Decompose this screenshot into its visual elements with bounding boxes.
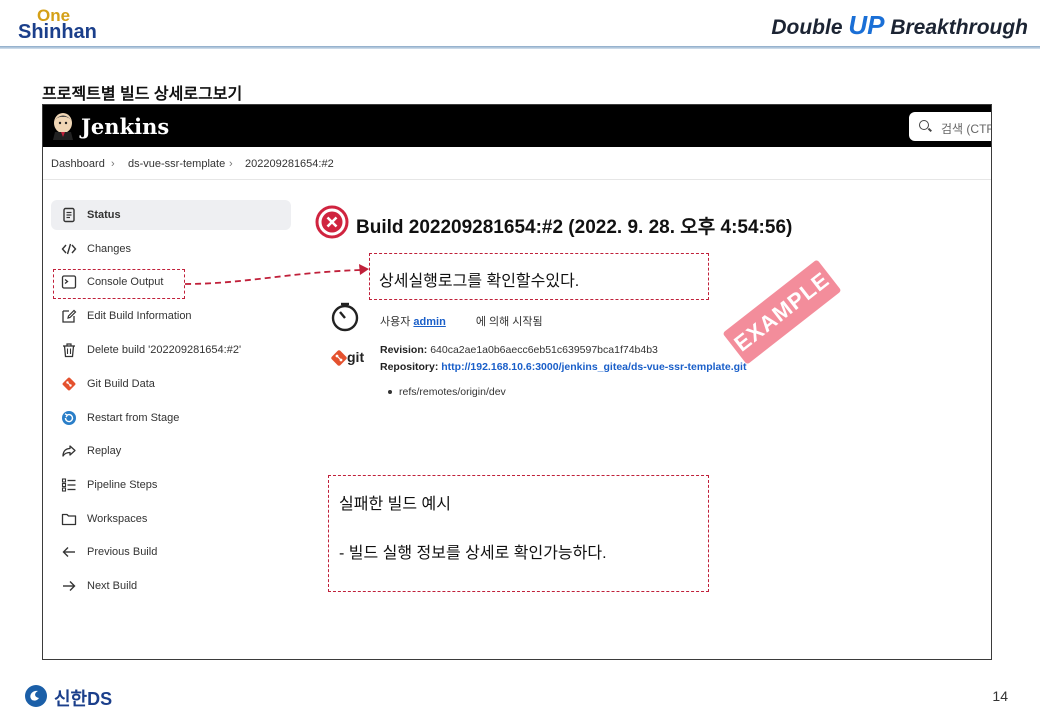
sidebar-item-label: Changes: [87, 243, 132, 255]
shinhan-ds-logo-icon: [25, 685, 47, 707]
annotation-note-failed-build: 실패한 빌드 예시 - 빌드 실행 정보를 상세로 확인가능하다.: [328, 475, 709, 592]
header-divider: [0, 46, 1040, 49]
arrow-right-icon: [63, 581, 76, 591]
repository-line: Repository: http://192.168.10.6:3000/jen…: [380, 361, 746, 373]
brand-slogan: Double UP Breakthrough: [771, 10, 1028, 41]
code-icon: [61, 243, 77, 255]
trash-icon: [63, 343, 75, 358]
console-output-highlight: [53, 269, 185, 299]
brand-up: UP: [848, 10, 885, 40]
started-suffix: 에 의해 시작됨: [475, 316, 543, 328]
folder-icon: [61, 513, 77, 526]
build-failed-icon: [315, 205, 349, 239]
revision-label: Revision:: [380, 344, 428, 356]
footer-brand: 신한DS: [54, 689, 113, 709]
sidebar-item-restart-from-stage[interactable]: Restart from Stage: [51, 403, 291, 433]
sidebar-item-label: Restart from Stage: [87, 412, 180, 424]
sidebar-item-label: Workspaces: [87, 513, 148, 525]
sidebar-item-replay[interactable]: Replay: [51, 436, 291, 466]
brand-pre: Double: [771, 16, 849, 39]
sidebar-item-label: Delete build '202209281654:#2': [87, 344, 242, 356]
logo-shinhan-text: Shinhan: [18, 21, 97, 43]
ref-list-item: refs/remotes/origin/dev: [388, 386, 506, 398]
edit-icon: [62, 309, 77, 323]
slide-title: 프로젝트별 빌드 상세로그보기: [42, 86, 243, 103]
started-by-text: 사용자 admin 에 의해 시작됨: [380, 313, 543, 329]
git-logo-icon: [331, 350, 347, 366]
sidebar-item-label: Pipeline Steps: [87, 479, 158, 491]
build-title: Build 202209281654:#2 (2022. 9. 28. 오후 4…: [356, 217, 793, 238]
sidebar-item-label: Replay: [87, 445, 122, 457]
replay-icon: [62, 445, 76, 457]
search-input[interactable]: 검색 (CTRL: [909, 112, 991, 141]
sidebar-item-label: Status: [87, 209, 121, 221]
sidebar-item-label: Previous Build: [87, 546, 158, 558]
sidebar-item-previous-build[interactable]: Previous Build: [51, 537, 291, 567]
jenkins-header: Jenkins 검색 (CTRL: [43, 105, 991, 147]
breadcrumb: Dashboard › ds-vue-ssr-template › 202209…: [43, 147, 991, 180]
restart-icon: [62, 411, 76, 425]
revision-value: 640ca2ae1a0b6aecc6eb51c639597bca1f74b4b3: [430, 344, 658, 356]
annotation-note-console: 상세실행로그를 확인할수있다.: [369, 253, 709, 300]
sidebar-item-workspaces[interactable]: Workspaces: [51, 504, 291, 534]
page-number: 14: [992, 688, 1008, 704]
jenkins-title[interactable]: Jenkins: [81, 114, 169, 139]
sidebar-item-label: Next Build: [87, 580, 138, 592]
sidebar-item-status[interactable]: Status: [51, 200, 291, 230]
timer-icon: [331, 302, 359, 332]
sidebar-item-pipeline-steps[interactable]: Pipeline Steps: [51, 470, 291, 500]
search-icon: [919, 120, 929, 130]
arrow-left-icon: [62, 547, 75, 557]
sidebar-item-delete-build[interactable]: Delete build '202209281654:#2': [51, 335, 291, 365]
list-icon: [61, 478, 76, 492]
chevron-right-icon: ›: [111, 158, 115, 170]
sidebar-item-label: Git Build Data: [87, 378, 155, 390]
brand-post: Breakthrough: [884, 16, 1028, 39]
breadcrumb-dashboard[interactable]: Dashboard: [51, 158, 105, 170]
sidebar-item-changes[interactable]: Changes: [51, 234, 291, 264]
repository-label: Repository:: [380, 361, 439, 373]
note1-text: 상세실행로그를 확인할수있다.: [379, 273, 580, 290]
git-icon: [62, 377, 76, 391]
git-label: git: [347, 349, 365, 365]
sidebar-item-edit-build-information[interactable]: Edit Build Information: [51, 301, 291, 331]
started-prefix: 사용자: [380, 316, 414, 328]
sidebar-item-label: Edit Build Information: [87, 310, 192, 322]
sidebar-item-git-build-data[interactable]: Git Build Data: [51, 369, 291, 399]
breadcrumb-job[interactable]: ds-vue-ssr-template: [128, 158, 225, 170]
note2-line1: 실패한 빌드 예시: [339, 496, 451, 513]
document-icon: [63, 207, 75, 223]
chevron-right-icon: ›: [229, 158, 233, 170]
search-placeholder: 검색 (CTRL: [941, 122, 991, 136]
started-user-link[interactable]: admin: [413, 316, 445, 328]
breadcrumb-build[interactable]: 202209281654:#2: [245, 158, 334, 170]
annotation-arrow: [184, 264, 369, 285]
sidebar-item-next-build[interactable]: Next Build: [51, 571, 291, 601]
jenkins-butler-icon: [53, 113, 73, 140]
repository-url-link[interactable]: http://192.168.10.6:3000/jenkins_gitea/d…: [441, 361, 746, 373]
revision-line: Revision: 640ca2ae1a0b6aecc6eb51c639597b…: [380, 344, 658, 356]
note2-line2: - 빌드 실행 정보를 상세로 확인가능하다.: [339, 545, 607, 562]
